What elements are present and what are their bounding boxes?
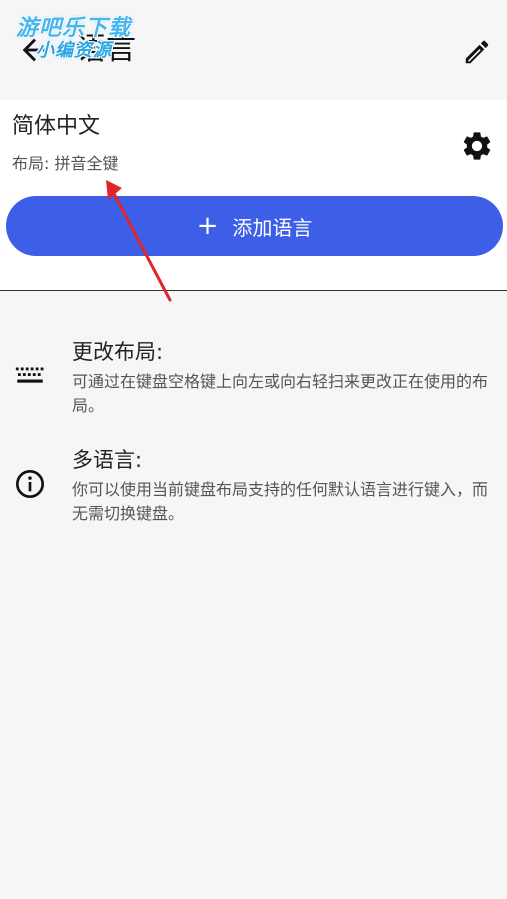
arrow-left-icon xyxy=(22,38,46,62)
add-language-button[interactable]: + 添加语言 xyxy=(6,196,503,256)
tip-title: 多语言: xyxy=(72,448,143,472)
tip-multi-language: 多语言: 你可以使用当前键盘布局支持的任何默认语言进行键入，而无需切换键盘。 xyxy=(0,444,507,534)
back-button[interactable] xyxy=(12,28,56,72)
pencil-icon xyxy=(465,40,489,64)
keyboard-icon xyxy=(12,358,48,394)
tip-title: 更改布局: xyxy=(72,340,164,364)
tip-change-layout: 更改布局: 可通过在键盘空格键上向左或向右轻扫来更改正在使用的布局。 xyxy=(0,336,507,426)
language-settings-button[interactable] xyxy=(457,126,497,166)
page-title: 语言 xyxy=(76,32,136,67)
tip-description: 你可以使用当前键盘布局支持的任何默认语言进行键入，而无需切换键盘。 xyxy=(72,480,489,523)
language-name[interactable]: 简体中文 xyxy=(12,112,100,142)
app-bar: 语言 游吧乐下载 小编资源 xyxy=(0,0,507,100)
tip-description: 可通过在键盘空格键上向左或向右轻扫来更改正在使用的布局。 xyxy=(72,372,489,415)
gear-icon xyxy=(463,132,491,160)
info-circle-icon xyxy=(12,466,48,502)
plus-icon: + xyxy=(196,211,219,241)
language-layout: 布局: 拼音全键 xyxy=(12,154,119,173)
language-card: 简体中文 布局: 拼音全键 + 添加语言 xyxy=(0,100,507,291)
edit-button[interactable] xyxy=(457,32,497,72)
add-language-label: 添加语言 xyxy=(232,215,313,240)
